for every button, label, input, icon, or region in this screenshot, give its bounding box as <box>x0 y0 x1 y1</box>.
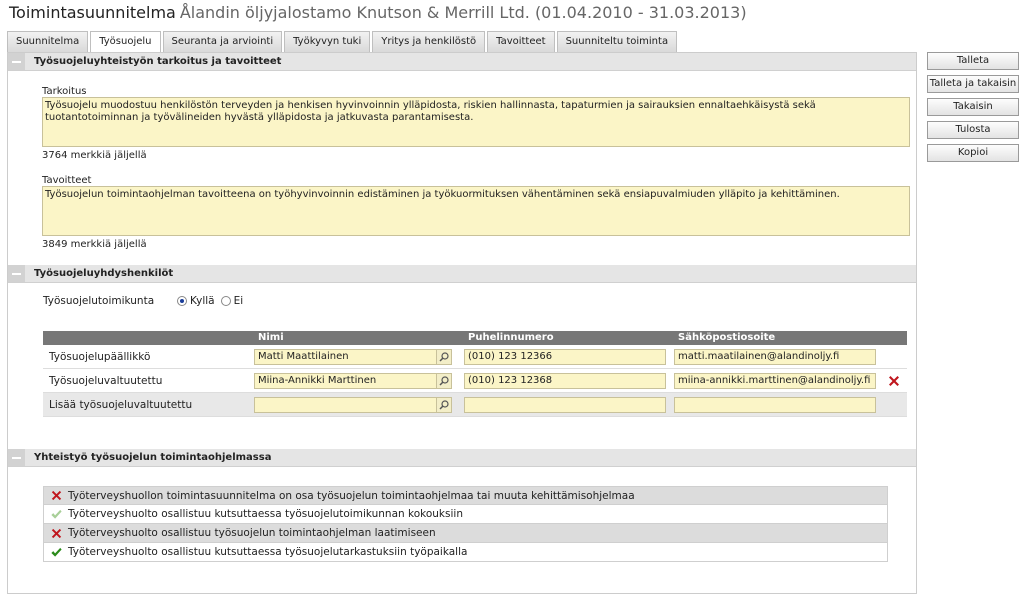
check-icon[interactable] <box>44 508 68 521</box>
phone-input[interactable]: (010) 123 12366 <box>464 348 666 365</box>
section-contacts-title: Työsuojeluyhdyshenkilöt <box>34 268 174 279</box>
cooperation-list: Työterveyshuollon toimintasuunnitelma on… <box>43 486 888 562</box>
name-value: Matti Maattilainen <box>258 350 349 362</box>
name-input[interactable]: Matti Maattilainen <box>254 348 452 365</box>
email-input[interactable]: miina-annikki.marttinen@alandinoljy.fi <box>674 372 876 389</box>
cross-icon[interactable] <box>44 527 68 540</box>
list-item[interactable]: Työterveyshuollon toimintasuunnitelma on… <box>43 486 888 505</box>
committee-row: Työsuojelutoimikunta Kyllä Ei <box>43 295 243 307</box>
row-role: Työsuojeluvaltuutettu <box>49 374 163 387</box>
table-row-add: Lisää työsuojeluvaltuutettu <box>43 393 907 417</box>
back-button[interactable]: Takaisin <box>927 98 1019 116</box>
page-title-main: Toimintasuunnitelma <box>9 3 176 22</box>
list-item-text: Työterveyshuollon toimintasuunnitelma on… <box>68 489 635 502</box>
radio-yes-label: Kyllä <box>190 295 215 307</box>
name-input[interactable] <box>254 396 452 413</box>
tab-tyokyvyn-tuki[interactable]: Työkyvyn tuki <box>284 31 371 52</box>
tab-suunnitelma[interactable]: Suunnitelma <box>7 31 89 52</box>
table-row: Työsuojeluvaltuutettu Miina-Annikki Mart… <box>43 369 907 393</box>
save-button[interactable]: Talleta <box>927 52 1019 70</box>
tab-tyosuojelu[interactable]: Työsuojelu <box>90 31 161 53</box>
check-icon[interactable] <box>44 546 68 559</box>
cross-icon[interactable] <box>44 489 68 502</box>
collapse-icon[interactable] <box>8 265 25 282</box>
tab-suunniteltu-toiminta[interactable]: Suunniteltu toiminta <box>556 31 678 52</box>
section-contacts-header: Työsuojeluyhdyshenkilöt <box>8 265 916 283</box>
list-item-text: Työterveyshuolto osallistuu kutsuttaessa… <box>68 546 468 558</box>
purpose-textarea[interactable]: Työsuojelu muodostuu henkilöstön terveyd… <box>42 97 910 147</box>
main-panel: Työsuojeluyhteistyön tarkoitus ja tavoit… <box>7 52 917 594</box>
row-role: Työsuojelupäällikkö <box>49 350 151 363</box>
tab-tavoitteet[interactable]: Tavoitteet <box>487 31 555 52</box>
list-item[interactable]: Työterveyshuolto osallistuu kutsuttaessa… <box>43 505 888 524</box>
table-row: Työsuojelupäällikkö Matti Maattilainen (… <box>43 345 907 369</box>
col-email: Sähköpostiosoite <box>678 332 776 343</box>
col-phone: Puhelinnumero <box>468 332 554 343</box>
goals-label: Tavoitteet <box>42 175 92 186</box>
name-input[interactable]: Miina-Annikki Marttinen <box>254 372 452 389</box>
search-icon[interactable] <box>436 349 451 364</box>
collapse-icon[interactable] <box>8 53 25 70</box>
search-icon[interactable] <box>436 397 451 412</box>
list-item-text: Työterveyshuolto osallistuu kutsuttaessa… <box>68 508 463 520</box>
tab-bar: Suunnitelma Työsuojelu Seuranta ja arvio… <box>7 31 679 53</box>
contacts-table-header: Nimi Puhelinnumero Sähköpostiosoite <box>43 331 907 345</box>
goals-remaining: 3849 merkkiä jäljellä <box>42 239 147 250</box>
section-cooperation-title: Yhteistyö työsuojelun toimintaohjelmassa <box>34 452 272 463</box>
col-actions <box>881 331 907 345</box>
radio-no[interactable] <box>220 296 231 306</box>
goals-textarea[interactable]: Työsuojelun toimintaohjelman tavoitteena… <box>42 186 910 236</box>
search-icon[interactable] <box>436 373 451 388</box>
radio-yes[interactable] <box>177 296 187 306</box>
save-and-back-button[interactable]: Talleta ja takaisin <box>927 75 1019 93</box>
list-item-text: Työterveyshuolto osallistuu työsuojelun … <box>68 527 436 539</box>
radio-no-label: Ei <box>233 295 244 307</box>
committee-label: Työsuojelutoimikunta <box>43 295 155 307</box>
page-title-sub: Ålandin öljyjalostamo Knutson & Merrill … <box>179 3 747 22</box>
col-role <box>43 331 254 345</box>
row-role: Lisää työsuojeluvaltuutettu <box>49 398 193 411</box>
collapse-icon[interactable] <box>8 449 25 466</box>
section-purpose-header: Työsuojeluyhteistyön tarkoitus ja tavoit… <box>8 53 916 71</box>
print-button[interactable]: Tulosta <box>927 121 1019 139</box>
action-buttons: Talleta Talleta ja takaisin Takaisin Tul… <box>927 52 1019 167</box>
section-purpose-title: Työsuojeluyhteistyön tarkoitus ja tavoit… <box>34 56 282 67</box>
phone-input[interactable]: (010) 123 12368 <box>464 372 666 389</box>
col-name: Nimi <box>258 332 284 343</box>
purpose-remaining: 3764 merkkiä jäljellä <box>42 150 147 161</box>
list-item[interactable]: Työterveyshuolto osallistuu työsuojelun … <box>43 524 888 543</box>
name-value: Miina-Annikki Marttinen <box>258 374 377 386</box>
section-cooperation-header: Yhteistyö työsuojelun toimintaohjelmassa <box>8 449 916 467</box>
email-input[interactable] <box>674 396 876 413</box>
tab-seuranta[interactable]: Seuranta ja arviointi <box>162 31 283 52</box>
list-item[interactable]: Työterveyshuolto osallistuu kutsuttaessa… <box>43 543 888 562</box>
delete-icon[interactable] <box>881 374 907 388</box>
tab-yritys[interactable]: Yritys ja henkilöstö <box>372 31 486 52</box>
phone-input[interactable] <box>464 396 666 413</box>
email-input[interactable]: matti.maatilainen@alandinoljy.fi <box>674 348 876 365</box>
purpose-label: Tarkoitus <box>42 86 87 97</box>
contacts-table: Nimi Puhelinnumero Sähköpostiosoite Työs… <box>43 331 907 417</box>
copy-button[interactable]: Kopioi <box>927 144 1019 162</box>
page-title: Toimintasuunnitelma Ålandin öljyjalostamo… <box>9 3 747 22</box>
